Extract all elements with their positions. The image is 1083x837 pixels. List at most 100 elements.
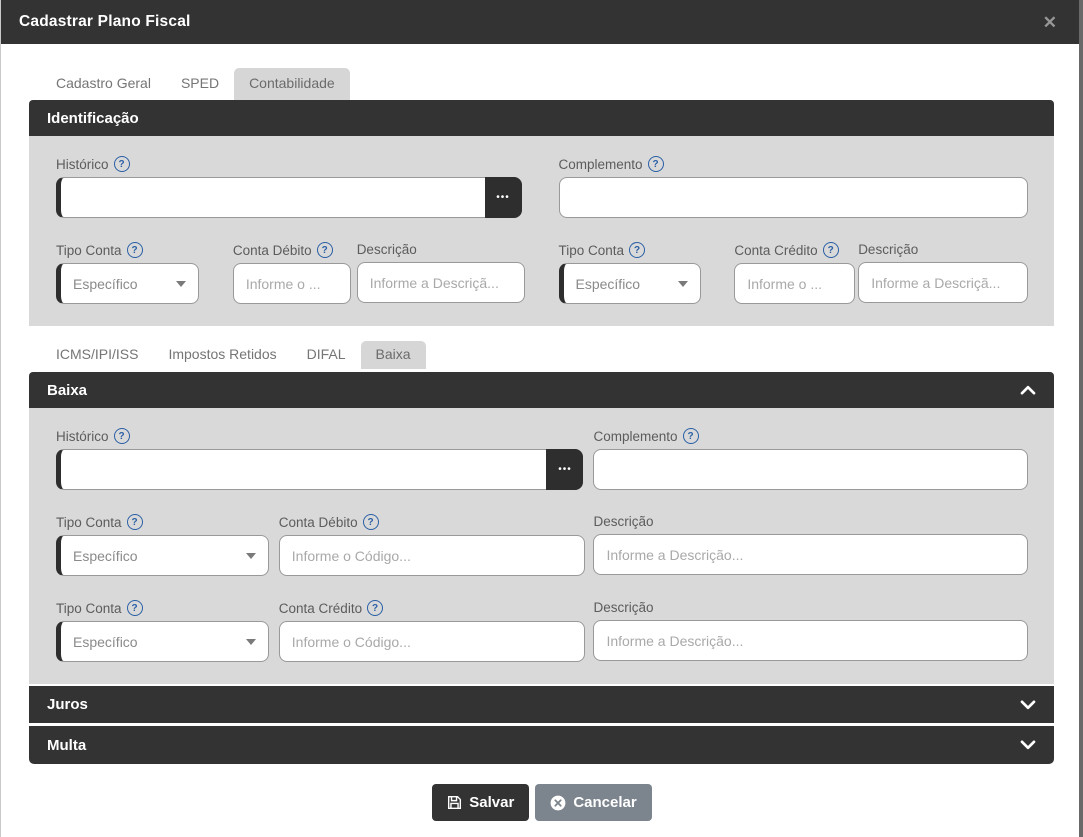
field-descricao-debito: Descrição [356, 242, 525, 304]
section-identificacao: Identificação Histórico ? ••• Complement… [29, 100, 1054, 326]
main-tabs: Cadastro Geral SPED Contabilidade [41, 68, 1083, 100]
help-icon[interactable]: ? [113, 428, 130, 444]
footer: Salvar Cancelar [1, 784, 1083, 821]
tipo-conta-label: Tipo Conta [56, 600, 122, 616]
help-icon[interactable]: ? [316, 242, 333, 258]
tab-difal[interactable]: DIFAL [292, 341, 361, 369]
chevron-down-icon [245, 552, 256, 559]
tipo-conta-credito-select[interactable]: Específico [56, 621, 269, 662]
descricao-debito-input[interactable] [356, 262, 525, 303]
tipo-conta-label: Tipo Conta [56, 242, 122, 258]
modal-header: Cadastrar Plano Fiscal ✕ [1, 0, 1083, 44]
field-descricao-credito: Descrição [593, 600, 1028, 662]
field-conta-credito: Conta Crédito ? [278, 600, 586, 662]
tab-impostos-retidos[interactable]: Impostos Retidos [153, 341, 291, 369]
baixa-title: Baixa [47, 381, 88, 399]
tipo-conta-credito-value: Específico [73, 633, 138, 650]
field-tipo-conta-debito: Tipo Conta ? Específico [56, 514, 269, 576]
historico-lookup-button[interactable]: ••• [546, 449, 584, 490]
tab-sped[interactable]: SPED [166, 68, 234, 100]
help-icon[interactable]: ? [629, 242, 646, 258]
field-tipo-conta-debito: Tipo Conta ? Específico [56, 242, 199, 304]
descricao-credito-input[interactable] [593, 620, 1028, 661]
field-conta-credito: Conta Crédito ? [734, 242, 856, 304]
cancel-button[interactable]: Cancelar [535, 784, 652, 821]
tipo-conta-label: Tipo Conta [558, 242, 625, 258]
baixa-body: Histórico ? ••• Complemento ? Tipo Conta… [29, 408, 1054, 684]
conta-credito-input[interactable] [734, 263, 856, 304]
help-icon[interactable]: ? [647, 156, 664, 172]
save-icon [447, 795, 462, 810]
field-tipo-conta-credito: Tipo Conta ? Específico [558, 242, 702, 304]
accordion-juros[interactable]: Juros [29, 686, 1054, 723]
help-icon[interactable]: ? [126, 600, 143, 616]
help-icon[interactable]: ? [126, 514, 143, 530]
descricao-label: Descrição [593, 600, 654, 615]
tipo-conta-label: Tipo Conta [56, 514, 122, 530]
descricao-debito-input[interactable] [593, 534, 1028, 575]
tipo-conta-credito-select[interactable]: Específico [558, 263, 702, 304]
conta-debito-input[interactable] [278, 535, 586, 576]
historico-input[interactable] [56, 177, 522, 218]
field-conta-debito: Conta Débito ? [232, 242, 351, 304]
save-button-label: Salvar [469, 794, 515, 811]
descricao-label: Descrição [858, 242, 919, 257]
cancel-button-label: Cancelar [573, 794, 637, 811]
tipo-conta-debito-select[interactable]: Específico [56, 535, 269, 576]
section-baixa: Baixa Histórico ? ••• Complemento ? Tipo… [29, 372, 1054, 684]
descricao-label: Descrição [593, 514, 654, 529]
multa-title: Multa [47, 736, 87, 754]
tipo-conta-debito-select[interactable]: Específico [56, 263, 199, 304]
chevron-up-icon [1020, 385, 1036, 395]
chevron-down-icon [245, 638, 256, 645]
conta-credito-label: Conta Crédito [734, 242, 818, 258]
tipo-conta-debito-value: Específico [73, 275, 138, 292]
historico-lookup-button[interactable]: ••• [484, 177, 522, 218]
field-tipo-conta-credito: Tipo Conta ? Específico [56, 600, 269, 662]
field-historico: Histórico ? ••• [56, 428, 584, 490]
conta-debito-label: Conta Débito [278, 514, 358, 530]
complemento-input[interactable] [558, 177, 1028, 218]
cancel-icon [550, 795, 566, 811]
complemento-label: Complemento [593, 428, 678, 444]
sub-tabs: ICMS/IPI/ISS Impostos Retidos DIFAL Baix… [41, 341, 1083, 369]
tipo-conta-credito-value: Específico [575, 275, 641, 292]
chevron-down-icon [678, 280, 689, 287]
tab-icms-ipi-iss[interactable]: ICMS/IPI/ISS [41, 341, 153, 369]
chevron-down-icon [1020, 699, 1036, 710]
descricao-credito-input[interactable] [858, 262, 1028, 303]
help-icon[interactable]: ? [362, 514, 379, 530]
close-icon[interactable]: ✕ [1043, 14, 1057, 31]
baixa-header[interactable]: Baixa [29, 372, 1054, 408]
conta-debito-input[interactable] [232, 263, 351, 304]
help-icon[interactable]: ? [682, 428, 699, 444]
field-historico: Histórico ? ••• [56, 156, 522, 218]
tipo-conta-debito-value: Específico [73, 547, 138, 564]
historico-label: Histórico [56, 156, 109, 172]
field-descricao-credito: Descrição [858, 242, 1028, 304]
tab-cadastro-geral[interactable]: Cadastro Geral [41, 68, 166, 100]
help-icon[interactable]: ? [367, 600, 384, 616]
historico-label: Histórico [56, 428, 109, 444]
chevron-down-icon [175, 280, 186, 287]
tab-contabilidade[interactable]: Contabilidade [234, 68, 350, 100]
field-complemento: Complemento ? [593, 428, 1028, 490]
save-button[interactable]: Salvar [432, 784, 530, 821]
window-edge [1079, 0, 1083, 837]
field-descricao-debito: Descrição [593, 514, 1028, 576]
historico-input[interactable] [56, 449, 584, 490]
accordion-multa[interactable]: Multa [29, 726, 1054, 764]
identificacao-title: Identificação [47, 109, 139, 127]
juros-title: Juros [47, 696, 88, 713]
help-icon[interactable]: ? [126, 242, 143, 258]
descricao-label: Descrição [356, 242, 417, 257]
complemento-input[interactable] [593, 449, 1028, 490]
field-complemento: Complemento ? [558, 156, 1028, 218]
help-icon[interactable]: ? [113, 156, 130, 172]
help-icon[interactable]: ? [822, 242, 839, 258]
conta-credito-label: Conta Crédito [278, 600, 363, 616]
tab-baixa[interactable]: Baixa [360, 341, 426, 369]
modal-title: Cadastrar Plano Fiscal [19, 13, 191, 30]
conta-credito-input[interactable] [278, 621, 586, 662]
identificacao-body: Histórico ? ••• Complemento ? Tipo Conta… [29, 136, 1054, 326]
